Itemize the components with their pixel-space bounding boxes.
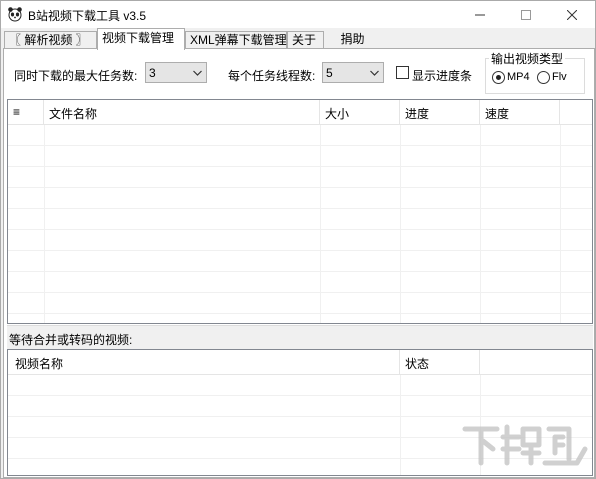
minimize-icon (475, 14, 485, 15)
grid-row (8, 209, 592, 230)
app-window: B站视频下载工具 v3.5 〖 解析视频 〗 视频下载管理 XML弹幕下载管理 … (0, 0, 596, 479)
window-title: B站视频下载工具 v3.5 (28, 9, 147, 23)
tab-label: 视频下载管理 (102, 31, 175, 45)
column-status[interactable]: 状态 (400, 350, 480, 375)
max-tasks-value: 3 (149, 66, 156, 80)
tab-label: 捐助 (340, 32, 365, 46)
max-tasks-label: 同时下载的最大任务数: (14, 69, 138, 83)
tab-label: 〖 解析视频 〗 (9, 33, 88, 47)
flv-radio[interactable] (537, 71, 550, 84)
tab-strip: 〖 解析视频 〗 视频下载管理 XML弹幕下载管理 关于 捐助 (1, 28, 595, 50)
max-tasks-select[interactable]: 3 (145, 62, 207, 83)
tab-parse-video[interactable]: 〖 解析视频 〗 (4, 31, 97, 49)
maximize-button[interactable] (503, 1, 549, 28)
column-label: ≡ (13, 105, 21, 119)
close-button[interactable] (549, 1, 595, 28)
column-size[interactable]: 大小 (320, 100, 400, 125)
chevron-down-icon (370, 70, 379, 76)
grid-row (8, 375, 592, 396)
column-label: 文件名称 (49, 107, 98, 121)
grid-row (8, 146, 592, 167)
column-file-name[interactable]: 文件名称 (44, 100, 320, 125)
tab-xml-danmaku-manager[interactable]: XML弹幕下载管理 (185, 31, 287, 49)
title-bar: B站视频下载工具 v3.5 (1, 1, 595, 28)
grid-row (8, 125, 592, 146)
pending-section-label: 等待合并或转码的视频: (9, 333, 133, 347)
show-progress-checkbox[interactable] (396, 66, 409, 79)
column-progress[interactable]: 进度 (400, 100, 480, 125)
column-speed[interactable]: 速度 (480, 100, 560, 125)
grid-row (8, 272, 592, 293)
tab-video-download-manager[interactable]: 视频下载管理 (97, 28, 185, 50)
show-progress-label: 显示进度条 (412, 69, 473, 83)
grid-row (8, 167, 592, 188)
panda-app-icon (8, 7, 22, 22)
tab-about[interactable]: 关于 (287, 31, 324, 49)
chevron-down-icon (193, 70, 202, 76)
column-label: 状态 (405, 357, 430, 371)
tab-donate[interactable]: 捐助 (324, 31, 381, 49)
minimize-button[interactable] (457, 1, 503, 28)
column-label: 速度 (485, 107, 510, 121)
output-type-title: 输出视频类型 (489, 50, 566, 67)
tab-label: XML弹幕下载管理 (190, 33, 287, 47)
threads-label: 每个任务线程数: (228, 69, 316, 83)
close-icon (567, 9, 577, 20)
column-label: 大小 (325, 107, 350, 121)
grid-row (8, 251, 592, 272)
threads-select[interactable]: 5 (322, 62, 384, 83)
grid-row (8, 396, 592, 417)
video-download-panel: 同时下载的最大任务数: 3 每个任务线程数: 5 显示进度条 输出视频类型 MP… (3, 48, 595, 478)
column-menu[interactable]: ≡ (8, 100, 44, 125)
grid-row (8, 230, 592, 251)
mp4-radio[interactable] (492, 71, 505, 84)
column-label: 视频名称 (15, 357, 64, 371)
tab-label: 关于 (292, 33, 317, 47)
download-list-header: ≡ 文件名称 大小 进度 速度 (8, 100, 592, 125)
column-label: 进度 (405, 107, 430, 121)
grid-row (8, 188, 592, 209)
maximize-icon (521, 9, 531, 20)
threads-value: 5 (326, 66, 333, 80)
grid-row (8, 293, 592, 314)
flv-label: Flv (552, 71, 567, 83)
mp4-label: MP4 (507, 71, 530, 83)
download-list[interactable]: ≡ 文件名称 大小 进度 速度 (7, 99, 593, 324)
pending-list-header: 视频名称 状态 (8, 350, 592, 375)
column-video-name[interactable]: 视频名称 (8, 350, 400, 375)
watermark-logo (462, 424, 588, 466)
